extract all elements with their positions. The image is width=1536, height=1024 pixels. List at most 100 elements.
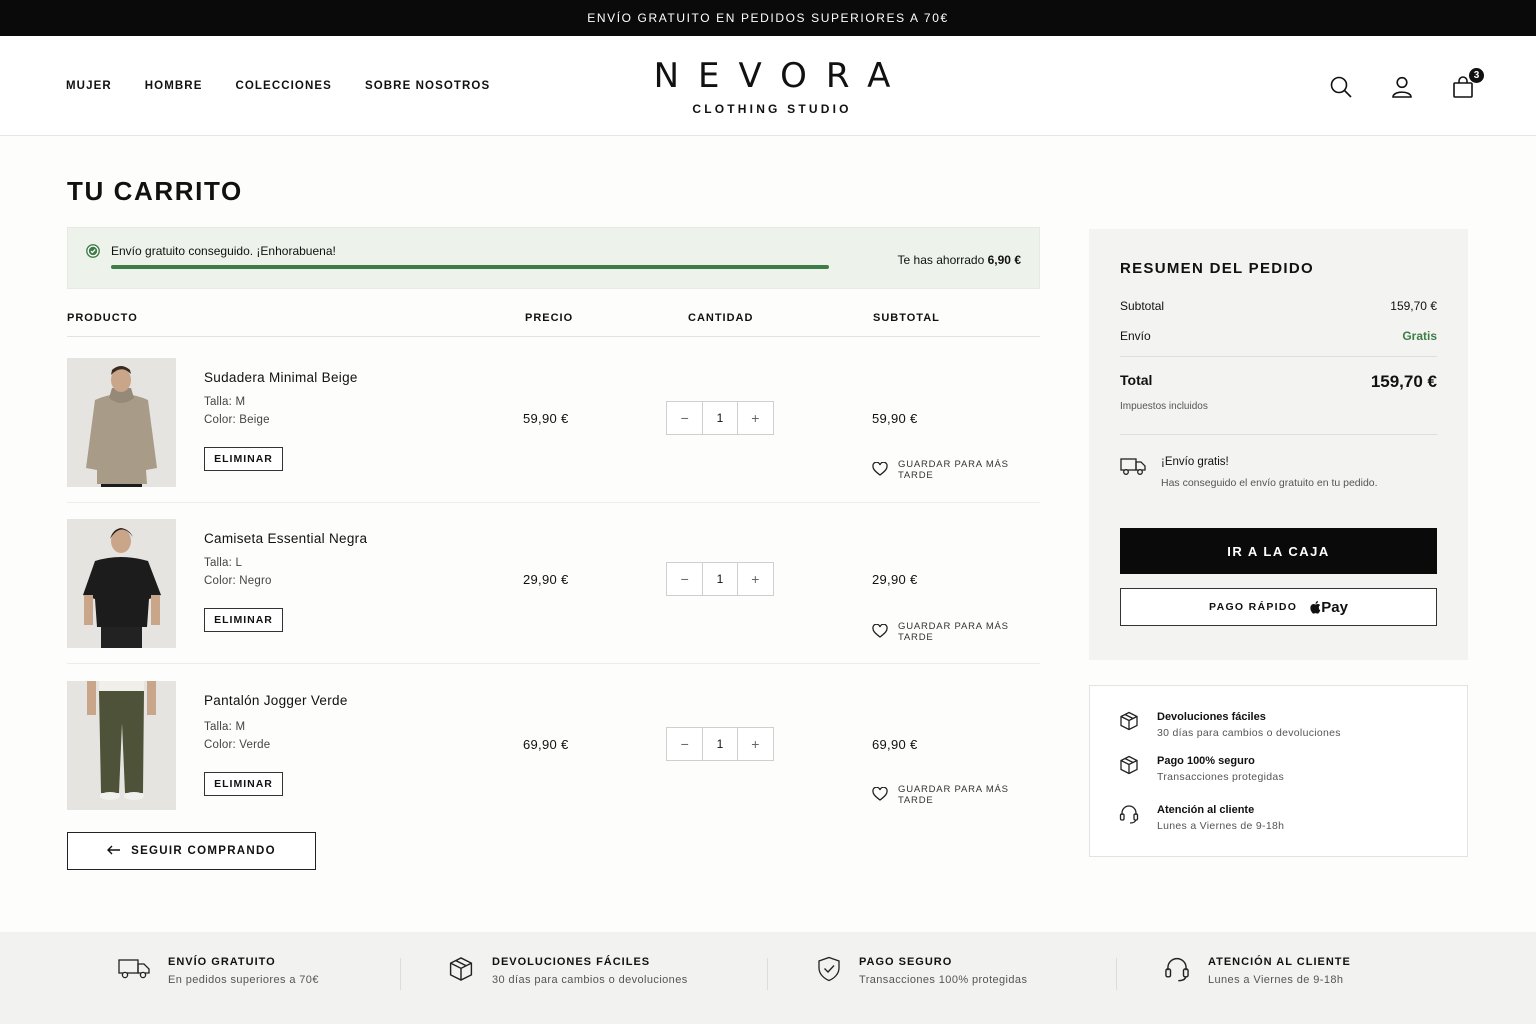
product-name[interactable]: Pantalón Jogger Verde xyxy=(204,693,348,708)
shield-icon xyxy=(817,956,841,987)
footer-benefit-subtitle: Transacciones 100% protegidas xyxy=(859,974,1028,986)
page-title: TU CARRITO xyxy=(67,176,243,206)
summary-shipping-row: Envío Gratis xyxy=(1120,329,1437,343)
footer-benefit-item: ENVÍO GRATUITO En pedidos superiores a 70… xyxy=(118,956,319,986)
order-summary: RESUMEN DEL PEDIDO Subtotal 159,70 € Env… xyxy=(1089,229,1468,660)
arrow-left-icon xyxy=(107,845,121,858)
increment-button[interactable]: + xyxy=(738,728,773,760)
check-circle-icon xyxy=(86,244,100,263)
product-image[interactable] xyxy=(67,358,176,487)
header-subtotal: SUBTOTAL xyxy=(873,312,940,324)
subtotal-value: 159,70 € xyxy=(1390,299,1437,313)
product-size: Talla: L xyxy=(204,557,243,569)
remove-button[interactable]: ELIMINAR xyxy=(204,608,283,632)
product-size: Talla: M xyxy=(204,396,246,408)
continue-shopping-label: SEGUIR COMPRANDO xyxy=(131,845,276,857)
bag-icon[interactable]: 3 xyxy=(1450,67,1485,100)
site-header: MUJER HOMBRE COLECCIONES SOBRE NOSOTROS … xyxy=(0,36,1536,136)
footer-benefit-title: PAGO SEGURO xyxy=(859,956,953,968)
quantity-value[interactable]: 1 xyxy=(702,563,738,595)
footer-benefit-item: PAGO SEGURO Transacciones 100% protegidas xyxy=(817,956,1027,987)
truck-icon xyxy=(1120,456,1146,481)
quantity-stepper: − 1 + xyxy=(666,727,774,761)
taxes-note: Impuestos incluidos xyxy=(1120,401,1208,412)
nav-item-mujer[interactable]: MUJER xyxy=(66,80,112,92)
benefit-title: Devoluciones fáciles xyxy=(1157,711,1266,723)
benefits-box: Devoluciones fáciles 30 días para cambios… xyxy=(1089,685,1468,857)
apple-icon xyxy=(1310,601,1321,614)
brand-logo[interactable]: NEVORA CLOTHING STUDIO xyxy=(612,56,932,116)
checkout-button[interactable]: IR A LA CAJA xyxy=(1120,528,1437,574)
cart-count-badge: 3 xyxy=(1468,67,1485,84)
product-size: Talla: M xyxy=(204,721,246,733)
benefit-title: Pago 100% seguro xyxy=(1157,755,1255,767)
announcement-text: ENVÍO GRATUITO EN PEDIDOS SUPERIORES A 7… xyxy=(587,11,949,25)
remove-button[interactable]: ELIMINAR xyxy=(204,772,283,796)
increment-button[interactable]: + xyxy=(738,402,773,434)
increment-button[interactable]: + xyxy=(738,563,773,595)
truck-icon xyxy=(118,956,150,985)
footer-benefit-subtitle: Lunes a Viernes de 9-18h xyxy=(1208,974,1344,986)
product-name[interactable]: Camiseta Essential Negra xyxy=(204,531,367,546)
product-color: Color: Negro xyxy=(204,575,272,587)
shipping-message: Envío gratuito conseguido. ¡Enhorabuena! xyxy=(111,244,336,258)
total-value: 159,70 € xyxy=(1370,372,1437,391)
cart-item-row: Pantalón Jogger Verde Talla: M Color: Ve… xyxy=(67,681,1040,826)
footer-benefit-item: DEVOLUCIONES FÁCILES 30 días para cambios… xyxy=(448,956,688,987)
benefit-item: Atención al cliente Lunes a Viernes de 9-… xyxy=(1119,804,1284,832)
nav-item-hombre[interactable]: HOMBRE xyxy=(145,80,203,92)
benefit-subtitle: 30 días para cambios o devoluciones xyxy=(1157,727,1341,739)
box-icon xyxy=(1119,711,1139,736)
brand-name: NEVORA xyxy=(653,56,910,96)
announcement-bar: ENVÍO GRATUITO EN PEDIDOS SUPERIORES A 7… xyxy=(0,0,1536,36)
decrement-button[interactable]: − xyxy=(667,728,702,760)
product-image[interactable] xyxy=(67,681,176,810)
quantity-stepper: − 1 + xyxy=(666,401,774,435)
save-for-later-link[interactable]: GUARDAR PARA MÁS TARDE xyxy=(872,784,1040,806)
savings-text: Te has ahorrado 6,90 € xyxy=(898,253,1021,267)
header-quantity: CANTIDAD xyxy=(688,312,754,324)
savings-amount: 6,90 € xyxy=(987,253,1021,267)
benefit-item: Devoluciones fáciles 30 días para cambios… xyxy=(1119,711,1341,739)
box-icon xyxy=(448,956,474,987)
product-name[interactable]: Sudadera Minimal Beige xyxy=(204,370,358,385)
summary-total-row: Total 159,70 € xyxy=(1120,372,1437,392)
save-for-later-link[interactable]: GUARDAR PARA MÁS TARDE xyxy=(872,621,1040,643)
remove-button[interactable]: ELIMINAR xyxy=(204,447,283,471)
decrement-button[interactable]: − xyxy=(667,402,702,434)
fast-pay-button[interactable]: PAGO RÁPIDO Pay xyxy=(1120,588,1437,626)
footer-benefit-subtitle: En pedidos superiores a 70€ xyxy=(168,974,319,986)
quantity-value[interactable]: 1 xyxy=(702,402,738,434)
save-for-later-label: GUARDAR PARA MÁS TARDE xyxy=(898,784,1009,806)
user-icon[interactable] xyxy=(1389,74,1415,100)
heart-icon xyxy=(872,786,888,804)
nav-item-colecciones[interactable]: COLECCIONES xyxy=(235,80,331,92)
product-subtotal: 59,90 € xyxy=(872,411,918,426)
product-image[interactable] xyxy=(67,519,176,648)
divider xyxy=(1120,434,1437,435)
product-subtotal: 29,90 € xyxy=(872,572,918,587)
free-shipping-title: ¡Envío gratis! xyxy=(1161,456,1229,468)
nav-item-sobre-nosotros[interactable]: SOBRE NOSOTROS xyxy=(365,80,490,92)
quantity-value[interactable]: 1 xyxy=(702,728,738,760)
divider xyxy=(1116,958,1117,990)
headset-icon xyxy=(1164,956,1190,987)
header-price: PRECIO xyxy=(525,312,574,324)
cart-item-row: Camiseta Essential Negra Talla: L Color:… xyxy=(67,519,1040,664)
divider xyxy=(767,958,768,990)
footer-benefits: ENVÍO GRATUITO En pedidos superiores a 70… xyxy=(0,932,1536,1024)
footer-benefit-title: DEVOLUCIONES FÁCILES xyxy=(492,956,651,968)
search-icon[interactable] xyxy=(1328,74,1354,100)
cart-item-row: Sudadera Minimal Beige Talla: M Color: B… xyxy=(67,358,1040,503)
shipping-label: Envío xyxy=(1120,329,1151,343)
quantity-stepper: − 1 + xyxy=(666,562,774,596)
heart-icon xyxy=(872,461,888,479)
continue-shopping-button[interactable]: SEGUIR COMPRANDO xyxy=(67,832,316,870)
free-shipping-banner: Envío gratuito conseguido. ¡Enhorabuena!… xyxy=(67,227,1040,289)
decrement-button[interactable]: − xyxy=(667,563,702,595)
divider xyxy=(400,958,401,990)
save-for-later-link[interactable]: GUARDAR PARA MÁS TARDE xyxy=(872,459,1040,481)
footer-benefit-title: ENVÍO GRATUITO xyxy=(168,956,276,968)
product-price: 69,90 € xyxy=(523,737,569,752)
shipping-value: Gratis xyxy=(1402,329,1437,343)
